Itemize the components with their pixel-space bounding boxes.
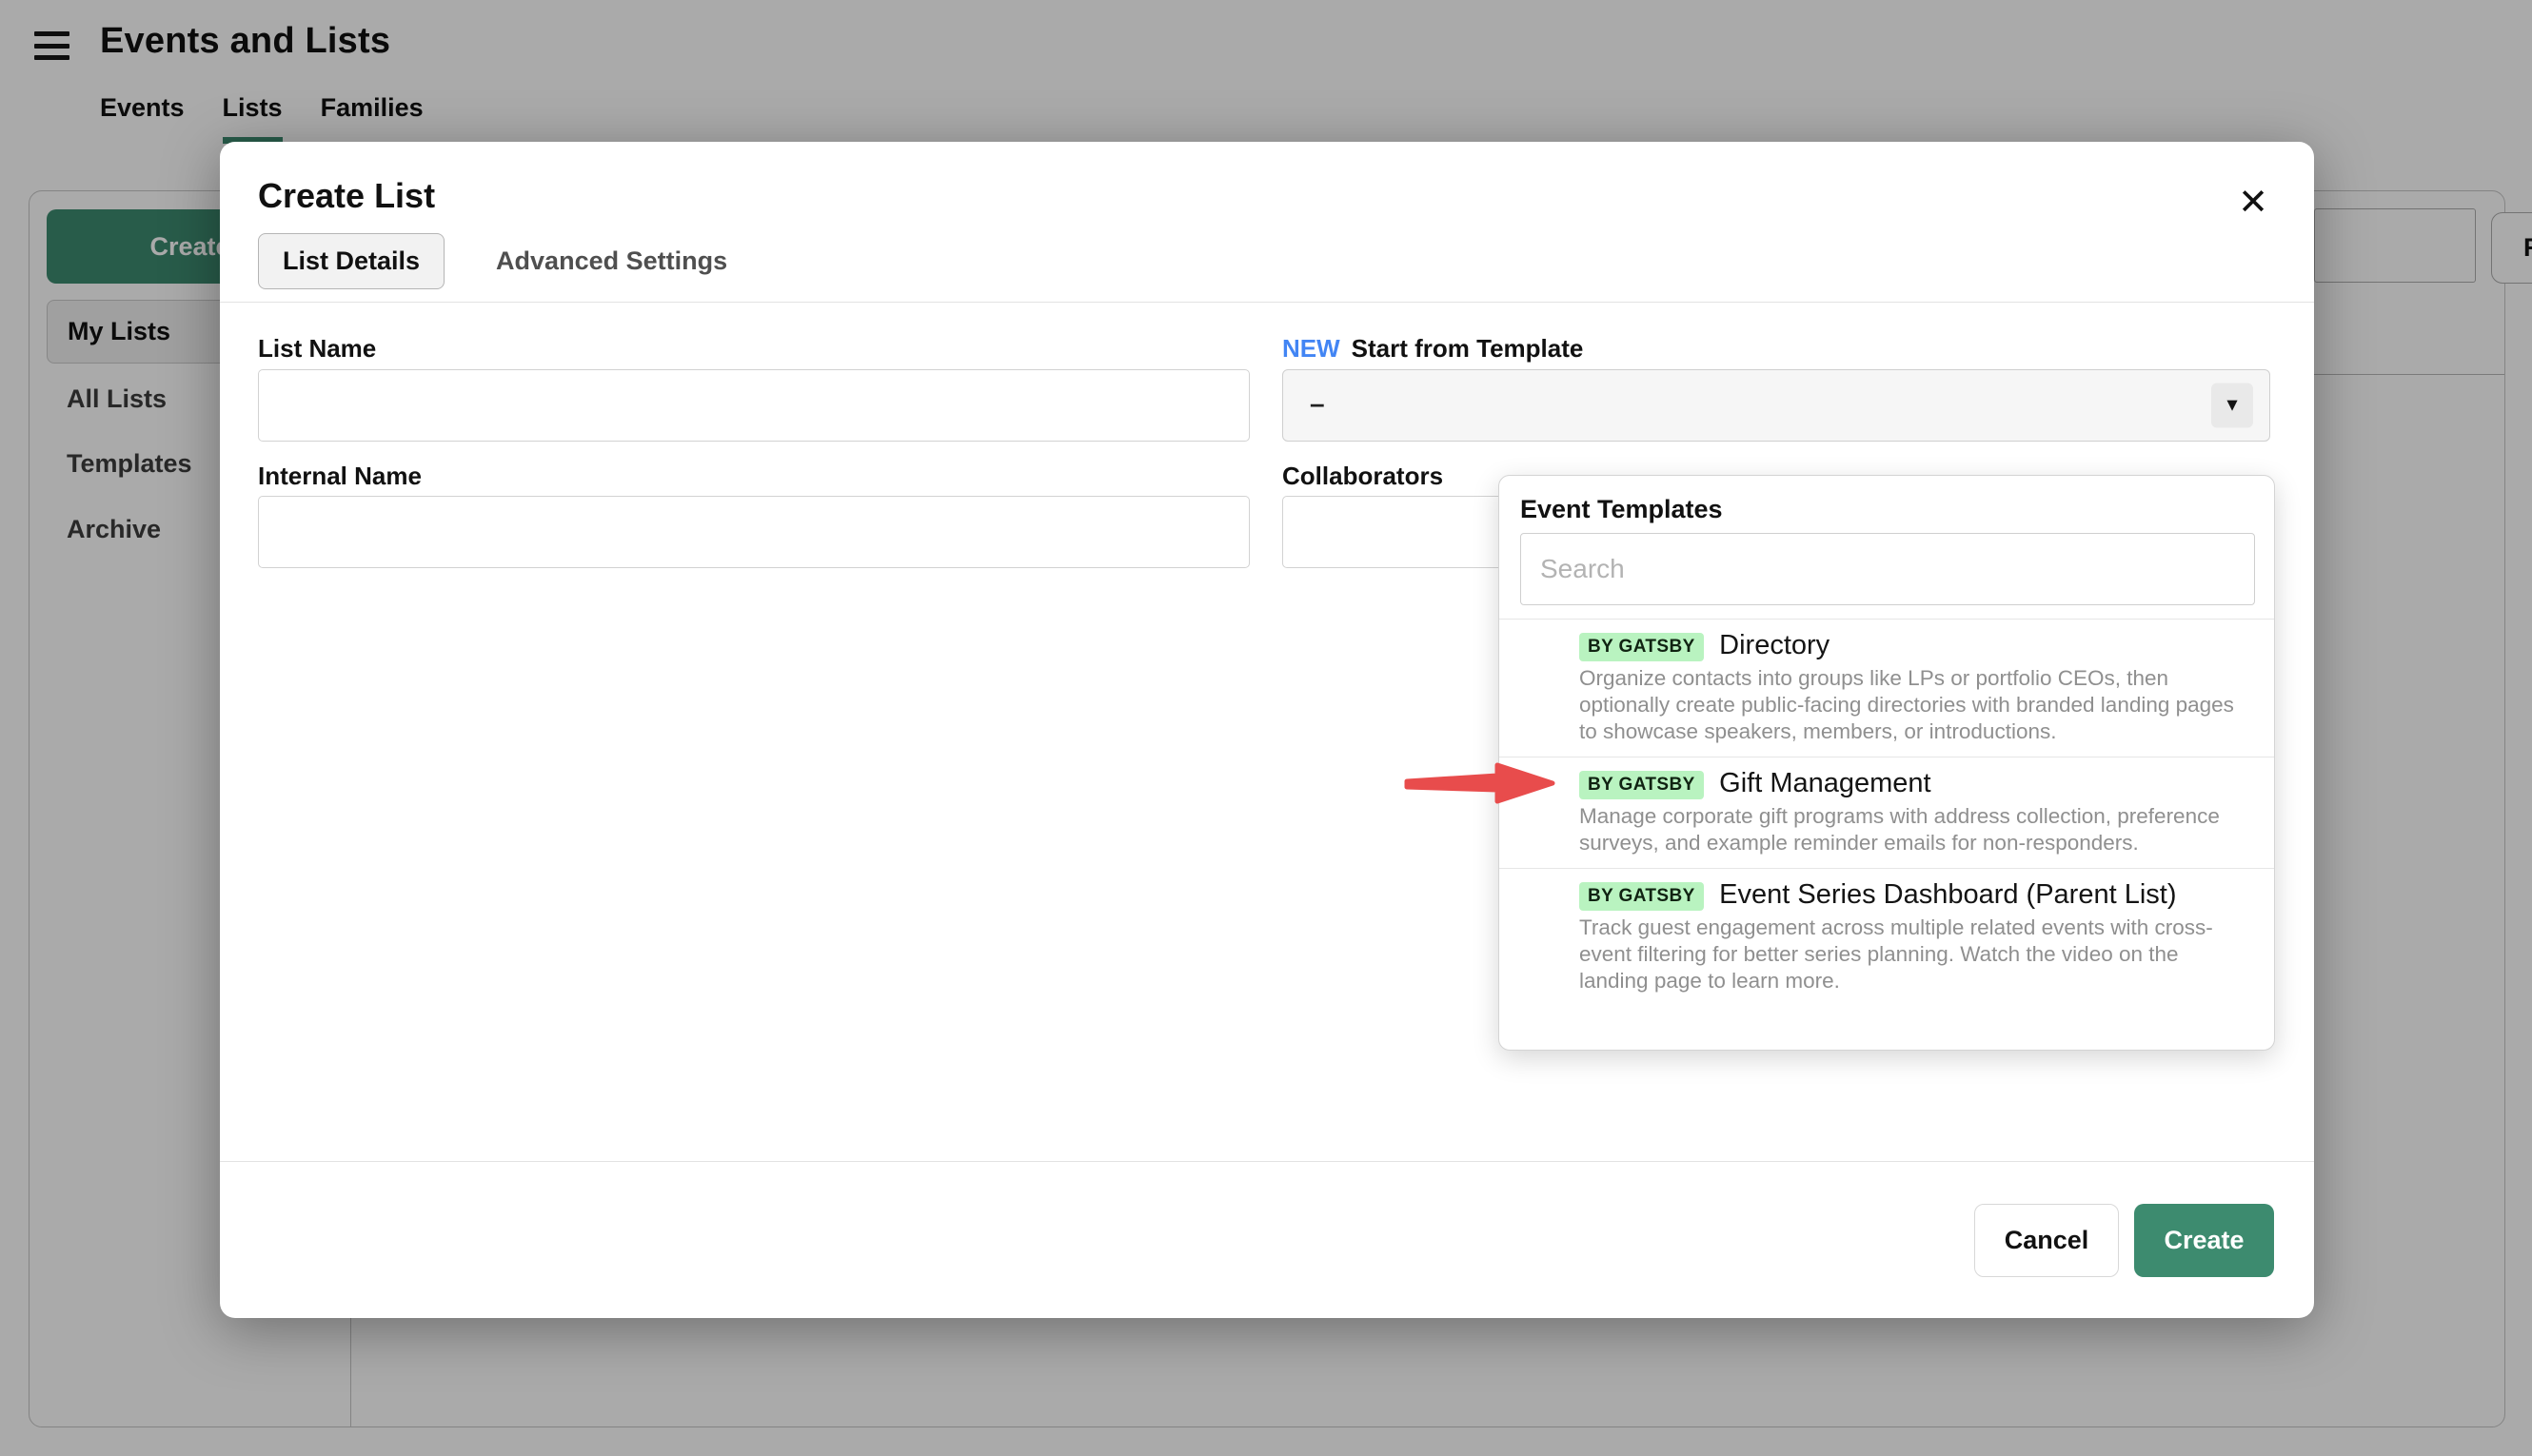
template-search-input[interactable] xyxy=(1520,533,2255,605)
template-select-value: – xyxy=(1310,389,1325,420)
by-gatsby-badge: BY GATSBY xyxy=(1579,633,1704,661)
template-item-description: Manage corporate gift programs with addr… xyxy=(1579,803,2249,856)
footer-divider xyxy=(220,1161,2314,1162)
template-item-event-series-dashboard[interactable]: BY GATSBY Event Series Dashboard (Parent… xyxy=(1499,868,2274,1006)
template-item-gift-management[interactable]: BY GATSBY Gift Management Manage corpora… xyxy=(1499,757,2274,868)
template-select[interactable]: – ▼ xyxy=(1282,369,2270,442)
modal-tabs: List Details Advanced Settings xyxy=(258,233,727,289)
collaborators-label: Collaborators xyxy=(1282,462,1443,491)
event-templates-panel: Event Templates BY GATSBY Directory Orga… xyxy=(1498,475,2275,1051)
template-item-directory[interactable]: BY GATSBY Directory Organize contacts in… xyxy=(1499,619,2274,757)
template-item-description: Organize contacts into groups like LPs o… xyxy=(1579,665,2249,745)
tabs-divider xyxy=(220,302,2314,303)
internal-name-input[interactable] xyxy=(258,496,1250,568)
template-item-description: Track guest engagement across multiple r… xyxy=(1579,915,2249,994)
template-list: BY GATSBY Directory Organize contacts in… xyxy=(1499,619,2274,1050)
chevron-down-icon: ▼ xyxy=(2224,395,2242,416)
template-item-title: Event Series Dashboard (Parent List) xyxy=(1719,879,2176,910)
create-list-modal: Create List ✕ List Details Advanced Sett… xyxy=(220,142,2314,1318)
by-gatsby-badge: BY GATSBY xyxy=(1579,771,1704,799)
start-from-template-label-text: Start from Template xyxy=(1352,334,1584,363)
template-item-title: Directory xyxy=(1719,630,1830,660)
list-name-label: List Name xyxy=(258,334,376,364)
tab-list-details[interactable]: List Details xyxy=(258,233,445,289)
modal-title: Create List xyxy=(258,176,435,216)
create-button[interactable]: Create xyxy=(2134,1204,2274,1277)
internal-name-label: Internal Name xyxy=(258,462,422,491)
by-gatsby-badge: BY GATSBY xyxy=(1579,882,1704,911)
list-name-input[interactable] xyxy=(258,369,1250,442)
select-arrow-button[interactable]: ▼ xyxy=(2211,384,2253,428)
event-templates-title: Event Templates xyxy=(1520,495,1723,524)
start-from-template-label: NEW Start from Template xyxy=(1282,334,1583,364)
template-item-title: Gift Management xyxy=(1719,768,1930,798)
cancel-button[interactable]: Cancel xyxy=(1974,1204,2119,1277)
tab-advanced-settings[interactable]: Advanced Settings xyxy=(496,234,727,288)
new-badge: NEW xyxy=(1282,334,1340,363)
close-icon[interactable]: ✕ xyxy=(2230,180,2276,226)
